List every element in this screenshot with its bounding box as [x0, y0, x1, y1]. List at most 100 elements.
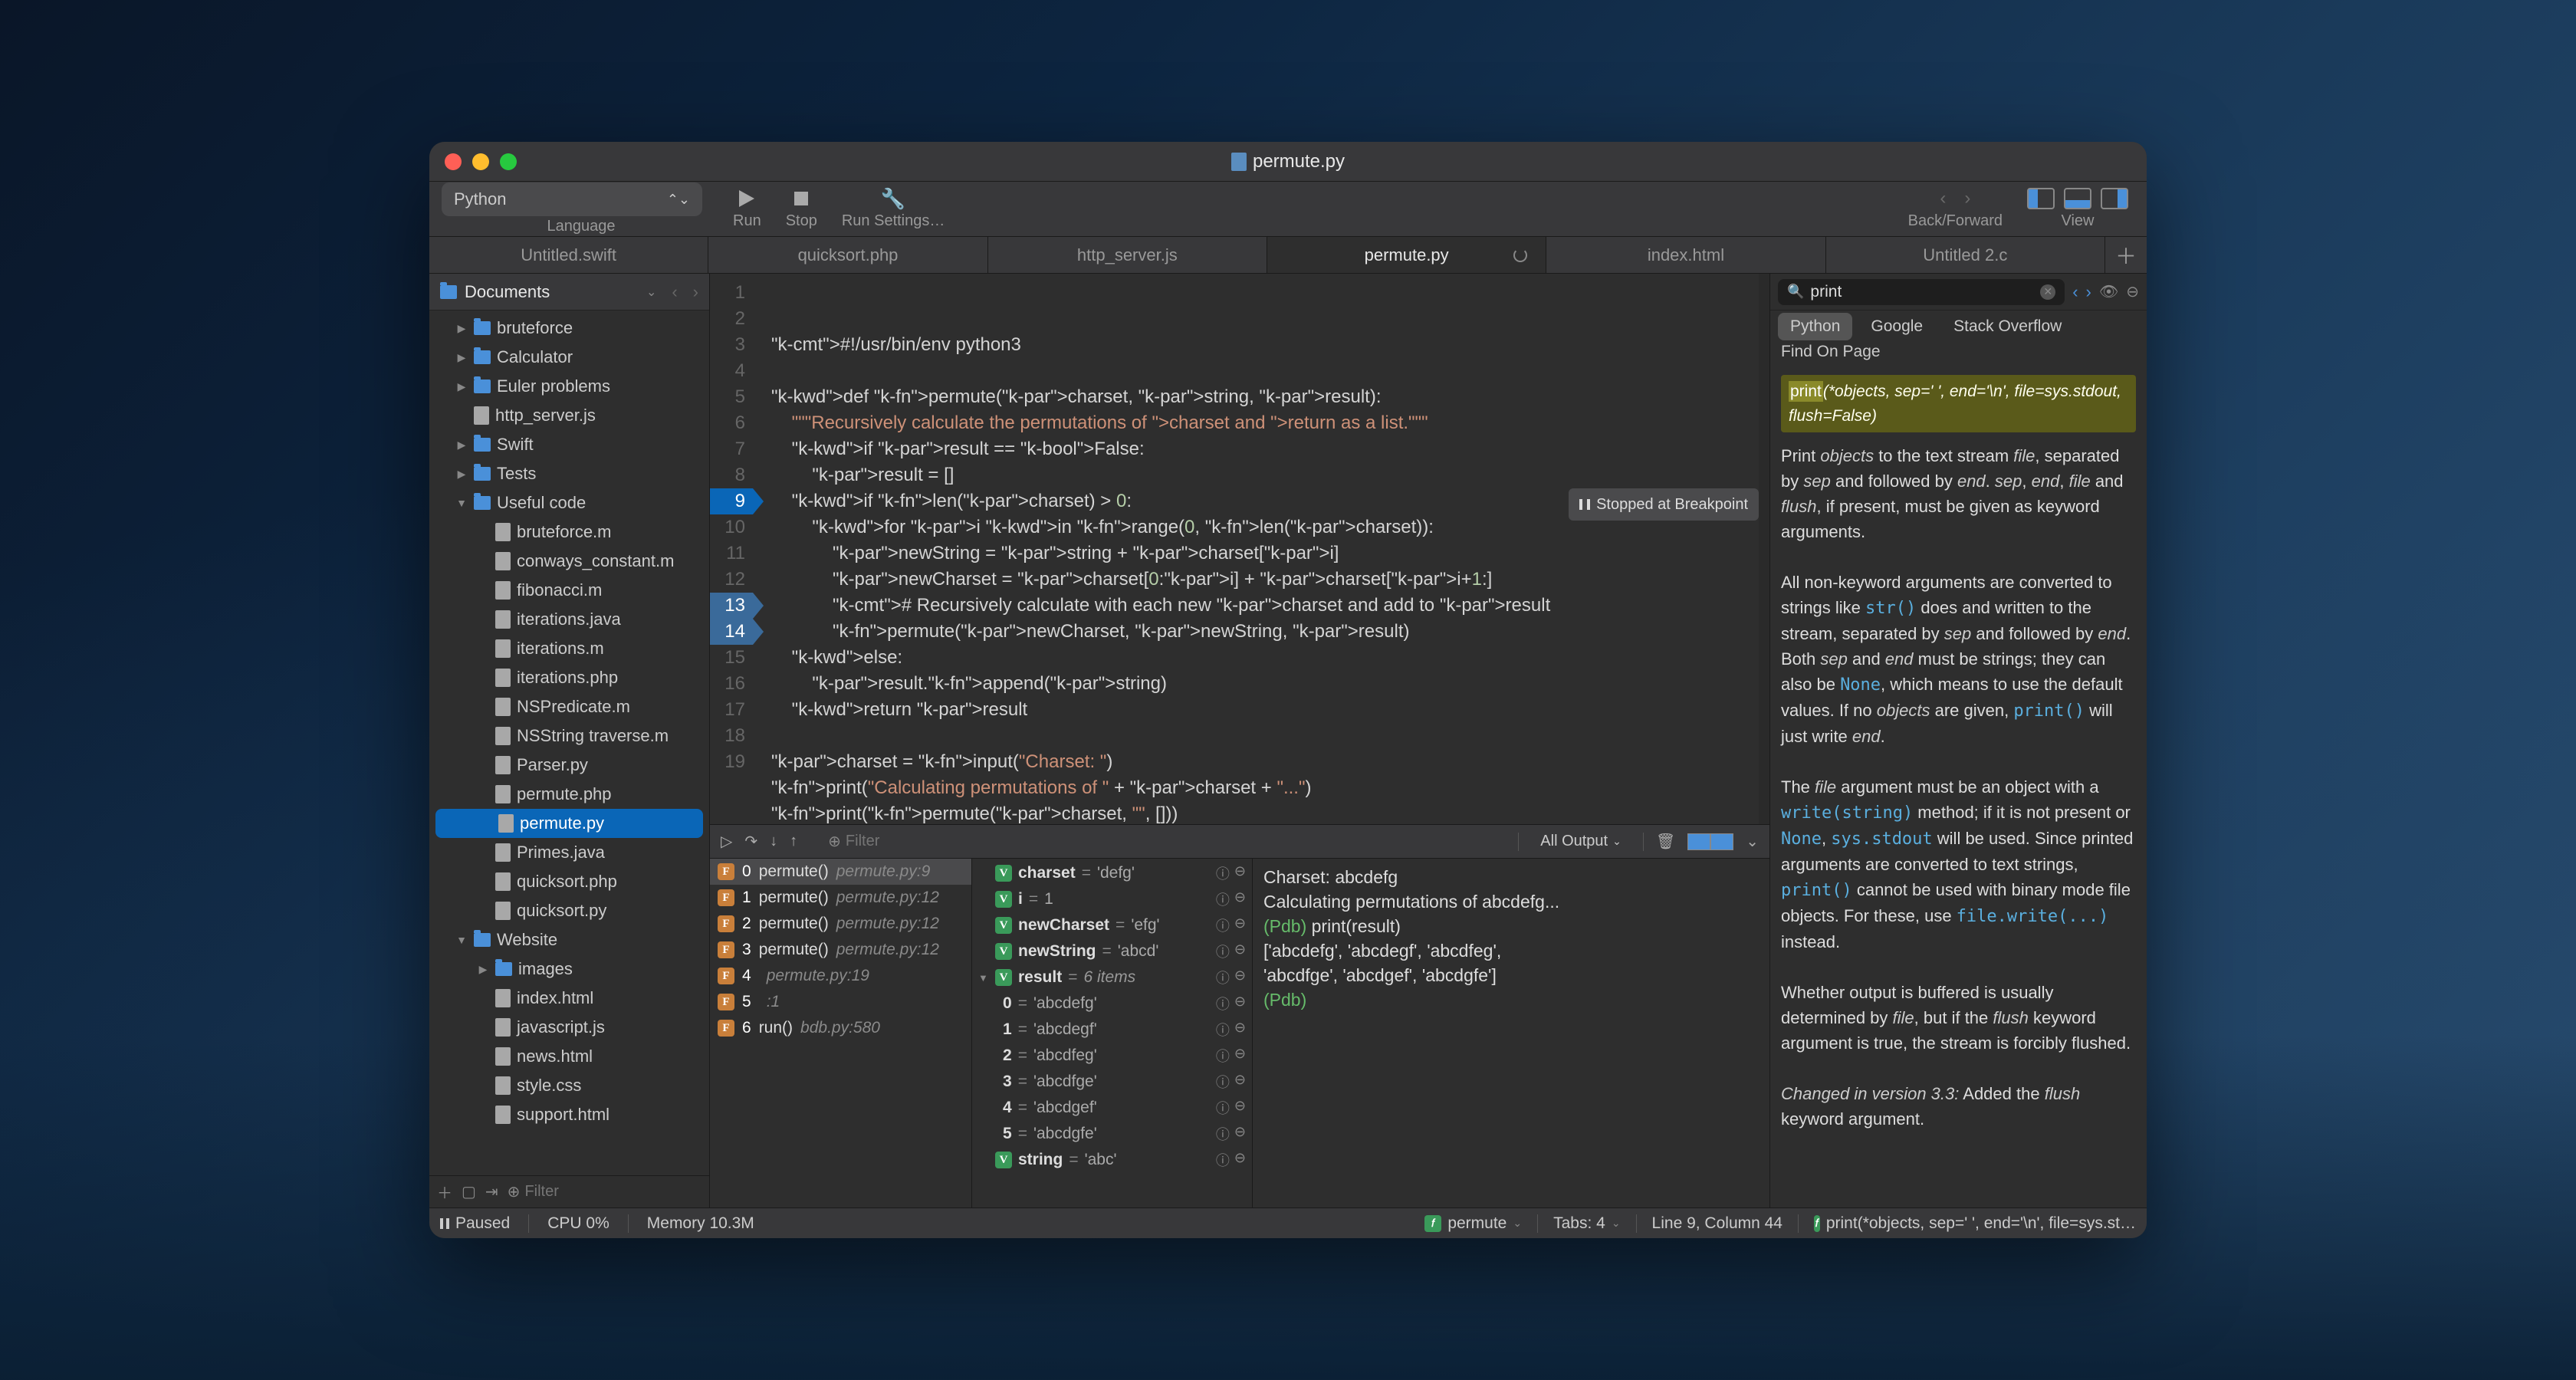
reveal-button[interactable]: ⇥ — [485, 1182, 498, 1201]
variable-child-row[interactable]: 1 = 'abcdegf'ⓘ⊖ — [972, 1017, 1252, 1043]
sidebar-back-button[interactable]: ‹ — [672, 282, 677, 302]
tab[interactable]: permute.py — [1267, 237, 1546, 273]
continue-button[interactable]: ▷ — [721, 832, 732, 851]
file-item[interactable]: iterations.m — [429, 634, 709, 663]
minimap[interactable] — [1759, 274, 1769, 824]
line-number[interactable]: 15 — [710, 645, 745, 671]
file-item[interactable]: bruteforce.m — [429, 518, 709, 547]
info-icon[interactable]: ⓘ — [1216, 1072, 1230, 1092]
find-on-page-label[interactable]: Find On Page — [1770, 343, 2147, 367]
folder-item[interactable]: ▼Useful code — [429, 488, 709, 518]
file-item[interactable]: NSString traverse.m — [429, 721, 709, 751]
remove-icon[interactable]: ⊖ — [1234, 968, 1246, 987]
info-icon[interactable]: ⓘ — [1216, 1020, 1230, 1040]
folder-item[interactable]: ▶Tests — [429, 459, 709, 488]
run-button[interactable]: Run — [721, 188, 774, 230]
callstack-frame[interactable]: F6 run() bdb.py:580 — [710, 1015, 971, 1041]
remove-icon[interactable]: ⊖ — [1234, 1046, 1246, 1066]
doc-search-input[interactable] — [1810, 283, 2034, 301]
toggle-left-pane-button[interactable] — [2027, 188, 2055, 209]
remove-icon[interactable]: ⊖ — [1234, 1150, 1246, 1170]
line-number[interactable]: 19 — [710, 749, 745, 775]
line-number[interactable]: 7 — [710, 436, 745, 462]
line-number[interactable]: 10 — [710, 514, 745, 540]
status-doc-sig[interactable]: 𝑓print(*objects, sep=' ', end='\n', file… — [1814, 1214, 2136, 1233]
file-item[interactable]: support.html — [429, 1100, 709, 1129]
doc-tab[interactable]: Stack Overflow — [1941, 313, 2074, 340]
line-number[interactable]: 16 — [710, 671, 745, 697]
status-function[interactable]: 𝑓permute⌄ — [1424, 1214, 1522, 1233]
file-item[interactable]: conways_constant.m — [429, 547, 709, 576]
line-number[interactable]: 14 — [710, 619, 753, 645]
file-item[interactable]: quicksort.php — [429, 867, 709, 896]
file-item[interactable]: style.css — [429, 1071, 709, 1100]
variable-row[interactable]: ▼Vresult = 6 itemsⓘ⊖ — [972, 964, 1252, 991]
info-icon[interactable]: ⓘ — [1216, 1150, 1230, 1170]
file-item[interactable]: permute.py — [435, 809, 703, 838]
sidebar-forward-button[interactable]: › — [693, 282, 698, 302]
file-item[interactable]: javascript.js — [429, 1013, 709, 1042]
line-number[interactable]: 17 — [710, 697, 745, 723]
line-number[interactable]: 1 — [710, 280, 745, 306]
search-next-button[interactable]: › — [2086, 282, 2091, 302]
add-folder-button[interactable]: ▢ — [462, 1182, 476, 1201]
info-icon[interactable]: ⓘ — [1216, 1098, 1230, 1118]
run-settings-button[interactable]: 🔧 Run Settings… — [830, 188, 958, 230]
remove-icon[interactable]: ⊖ — [1234, 915, 1246, 935]
step-over-button[interactable]: ↷ — [744, 832, 757, 851]
tab[interactable]: index.html — [1546, 237, 1825, 273]
info-icon[interactable]: ⓘ — [1216, 1124, 1230, 1144]
info-icon[interactable]: ⓘ — [1216, 941, 1230, 961]
toggle-bottom-pane-button[interactable] — [2064, 188, 2091, 209]
line-number[interactable]: 8 — [710, 462, 745, 488]
file-item[interactable]: fibonacci.m — [429, 576, 709, 605]
new-tab-button[interactable]: ＋ — [2105, 237, 2147, 273]
info-icon[interactable]: ⓘ — [1216, 994, 1230, 1014]
remove-icon[interactable]: ⊖ — [1234, 1124, 1246, 1144]
file-item[interactable]: news.html — [429, 1042, 709, 1071]
info-icon[interactable]: ⓘ — [1216, 915, 1230, 935]
back-button[interactable]: ‹ — [1940, 188, 1946, 209]
variable-child-row[interactable]: 5 = 'abcdgfe'ⓘ⊖ — [972, 1121, 1252, 1147]
tab[interactable]: Untitled.swift — [429, 237, 708, 273]
line-number[interactable]: 5 — [710, 384, 745, 410]
folder-item[interactable]: ▼Website — [429, 925, 709, 955]
minimize-window-button[interactable] — [472, 153, 489, 170]
line-number[interactable]: 13 — [710, 593, 753, 619]
info-icon[interactable]: ⓘ — [1216, 1046, 1230, 1066]
line-number[interactable]: 6 — [710, 410, 745, 436]
remove-icon[interactable]: ⊖ — [1234, 994, 1246, 1014]
variable-row[interactable]: VnewString = 'abcd'ⓘ⊖ — [972, 938, 1252, 964]
file-item[interactable]: iterations.java — [429, 605, 709, 634]
file-item[interactable]: Parser.py — [429, 751, 709, 780]
eye-icon[interactable]: 👁 — [2099, 282, 2118, 301]
line-number[interactable]: 11 — [710, 540, 745, 567]
stop-button[interactable]: Stop — [774, 188, 830, 230]
forward-button[interactable]: › — [1964, 188, 1970, 209]
remove-icon[interactable]: ⊖ — [1234, 941, 1246, 961]
line-number[interactable]: 2 — [710, 306, 745, 332]
remove-icon[interactable]: ⊖ — [1234, 1098, 1246, 1118]
variable-child-row[interactable]: 0 = 'abcdefg'ⓘ⊖ — [972, 991, 1252, 1017]
callstack-frame[interactable]: F4 permute.py:19 — [710, 963, 971, 989]
sidebar-header[interactable]: Documents ⌄ ‹ › — [429, 274, 709, 310]
folder-item[interactable]: ▶bruteforce — [429, 314, 709, 343]
clear-search-button[interactable]: ✕ — [2040, 284, 2055, 300]
variable-row[interactable]: Vstring = 'abc'ⓘ⊖ — [972, 1147, 1252, 1173]
doc-tab[interactable]: Python — [1778, 313, 1852, 340]
file-item[interactable]: NSPredicate.m — [429, 692, 709, 721]
more-options-button[interactable]: ⊖ — [2126, 282, 2139, 301]
file-item[interactable]: quicksort.py — [429, 896, 709, 925]
file-item[interactable]: iterations.php — [429, 663, 709, 692]
toggle-right-pane-button[interactable] — [2101, 188, 2128, 209]
callstack-frame[interactable]: F3 permute() permute.py:12 — [710, 937, 971, 963]
close-window-button[interactable] — [445, 153, 462, 170]
line-number[interactable]: 3 — [710, 332, 745, 358]
code-content[interactable]: "k-cmt">#!/usr/bin/env python3"k-kwd">de… — [753, 274, 1769, 824]
console[interactable]: Charset: abcdefgCalculating permutations… — [1253, 859, 1769, 1208]
sidebar-filter-input[interactable] — [524, 1183, 728, 1201]
tab[interactable]: http_server.js — [988, 237, 1267, 273]
tab[interactable]: quicksort.php — [708, 237, 987, 273]
line-number[interactable]: 4 — [710, 358, 745, 384]
language-selector[interactable]: Python ⌃⌄ — [442, 182, 702, 216]
